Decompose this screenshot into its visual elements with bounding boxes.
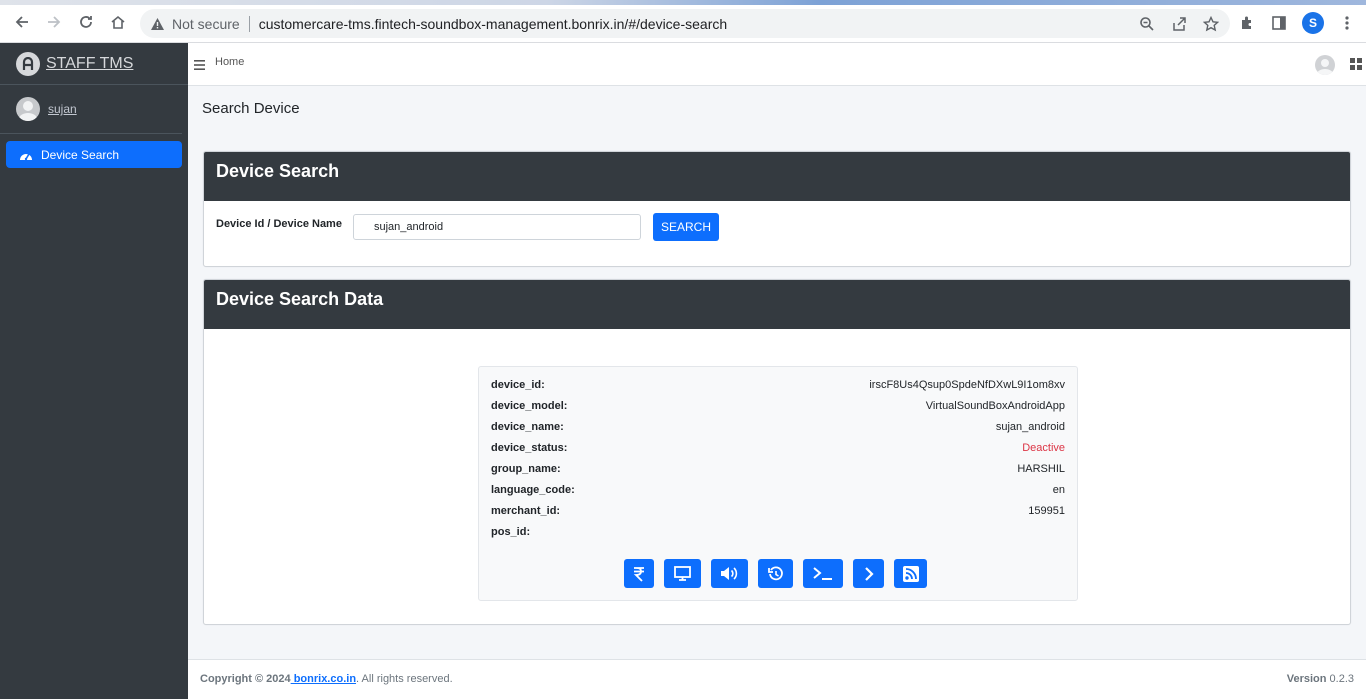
page-title: Search Device xyxy=(202,100,300,117)
detail-key: device_status: xyxy=(491,442,568,454)
copyright-suffix: . All rights reserved. xyxy=(356,673,453,685)
kebab-menu-icon[interactable] xyxy=(1338,14,1356,32)
sidebar-item-device-search[interactable]: Device Search xyxy=(6,141,182,168)
device-actions xyxy=(624,559,937,588)
detail-row-group-name: group_name: HARSHIL xyxy=(491,463,1065,479)
card-header-device-search: Device Search xyxy=(204,152,1350,201)
user-name-link[interactable]: sujan xyxy=(48,102,77,116)
home-link[interactable]: Home xyxy=(215,56,244,68)
security-label[interactable]: Not secure xyxy=(172,16,240,32)
bonrix-link[interactable]: bonrix.co.in xyxy=(291,673,356,685)
rss-feed-icon[interactable] xyxy=(894,559,927,588)
detail-row-device-id: device_id: irscF8Us4Qsup0SpdeNfDXwL9I1om… xyxy=(491,379,1065,395)
rupee-icon[interactable] xyxy=(624,559,654,588)
device-search-input[interactable] xyxy=(353,214,641,240)
top-navbar: Home xyxy=(188,43,1366,86)
version-value: 0.2.3 xyxy=(1329,673,1354,685)
user-avatar-icon[interactable] xyxy=(1315,55,1335,75)
detail-key: language_code: xyxy=(491,484,575,496)
footer: Copyright © 2024 bonrix.co.in. All right… xyxy=(188,659,1366,699)
detail-row-language-code: language_code: en xyxy=(491,484,1065,500)
volume-icon[interactable] xyxy=(711,559,748,588)
user-avatar xyxy=(16,97,40,121)
detail-key: device_id: xyxy=(491,379,545,391)
star-icon[interactable] xyxy=(1202,15,1220,33)
detail-value: sujan_android xyxy=(995,421,1065,433)
brand-link[interactable]: STAFF TMS xyxy=(0,43,188,85)
terminal-icon[interactable] xyxy=(803,559,843,588)
detail-row-merchant-id: merchant_id: 159951 xyxy=(491,505,1065,521)
dashboard-gauge-icon xyxy=(19,148,35,162)
zoom-icon[interactable] xyxy=(1138,15,1156,33)
sidebar-item-label: Device Search xyxy=(41,147,120,162)
detail-key: pos_id: xyxy=(491,526,531,538)
forward-arrow-icon[interactable] xyxy=(44,12,64,32)
device-search-card: Device Search Device Id / Device Name SE… xyxy=(203,151,1351,267)
url-text[interactable]: customercare-tms.fintech-soundbox-manage… xyxy=(259,16,727,32)
home-icon[interactable] xyxy=(108,12,128,32)
brand-logo-icon xyxy=(16,51,40,76)
back-arrow-icon[interactable] xyxy=(12,12,32,32)
history-icon[interactable] xyxy=(758,559,793,588)
sidebar: STAFF TMS sujan Device Search xyxy=(0,43,188,699)
search-button[interactable]: SEARCH xyxy=(653,213,719,241)
detail-key: device_model: xyxy=(491,400,568,412)
device-search-data-card: Device Search Data device_id: irscF8Us4Q… xyxy=(203,279,1351,625)
detail-key: merchant_id: xyxy=(491,505,561,517)
detail-value: 159951 xyxy=(1028,505,1065,517)
monitor-icon[interactable] xyxy=(664,559,701,588)
detail-row-pos-id: pos_id: xyxy=(491,526,1065,542)
detail-value: VirtualSoundBoxAndroidApp xyxy=(925,400,1065,412)
reload-icon[interactable] xyxy=(76,12,96,32)
detail-value: irscF8Us4Qsup0SpdeNfDXwL9I1om8xv xyxy=(869,379,1065,391)
share-icon[interactable] xyxy=(1170,15,1188,33)
apps-grid-icon[interactable] xyxy=(1350,57,1362,70)
detail-row-device-status: device_status: Deactive xyxy=(491,442,1065,458)
version-info: Version 0.2.3 xyxy=(1287,673,1354,685)
detail-row-device-model: device_model: VirtualSoundBoxAndroidApp xyxy=(491,400,1065,416)
copyright-text: Copyright © 2024 bonrix.co.in. All right… xyxy=(200,673,453,685)
status-badge: Deactive xyxy=(1022,442,1065,454)
detail-row-device-name: device_name: sujan_android xyxy=(491,421,1065,437)
warning-triangle-icon xyxy=(150,16,166,32)
user-panel: sujan xyxy=(0,85,182,134)
omnibox-divider xyxy=(248,15,250,32)
extensions-puzzle-icon[interactable] xyxy=(1238,14,1256,32)
chevron-right-icon[interactable] xyxy=(853,559,884,588)
version-label: Version xyxy=(1286,673,1327,685)
detail-value: HARSHIL xyxy=(1017,463,1065,475)
card-header-device-search-data: Device Search Data xyxy=(204,280,1350,329)
device-id-label: Device Id / Device Name xyxy=(216,218,342,230)
browser-chrome: Not secure customercare-tms.fintech-soun… xyxy=(0,0,1366,43)
tab-strip-edge xyxy=(0,0,1366,5)
brand-text[interactable]: STAFF TMS xyxy=(46,55,133,73)
detail-key: device_name: xyxy=(491,421,564,433)
detail-value: en xyxy=(1052,484,1065,496)
device-detail-panel: device_id: irscF8Us4Qsup0SpdeNfDXwL9I1om… xyxy=(478,366,1078,601)
hamburger-menu-icon[interactable] xyxy=(194,57,205,70)
copyright-prefix: Copyright © 2024 xyxy=(200,673,291,685)
detail-key: group_name: xyxy=(491,463,561,475)
address-bar[interactable]: Not secure customercare-tms.fintech-soun… xyxy=(140,9,1230,38)
side-panel-icon[interactable] xyxy=(1270,14,1288,32)
profile-avatar[interactable]: S xyxy=(1302,12,1324,34)
